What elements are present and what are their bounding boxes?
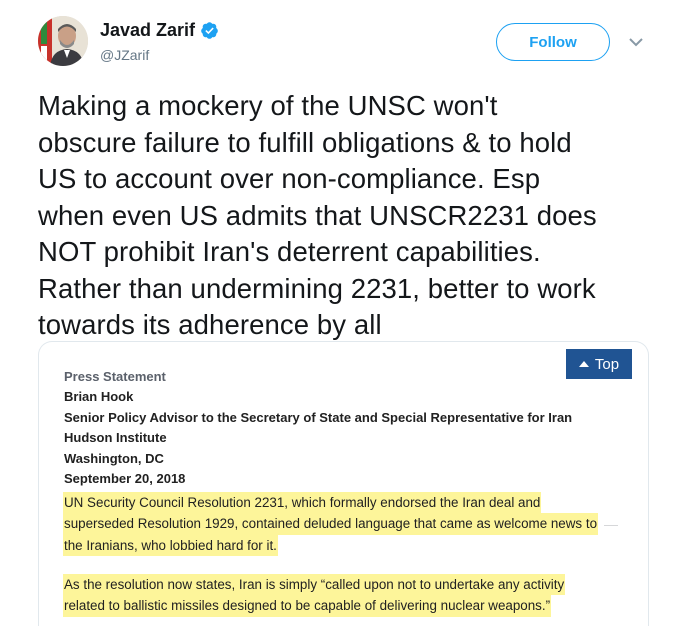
name-row: Javad Zarif — [100, 20, 219, 41]
tweet-line: Rather than undermining 2231, better to … — [38, 272, 596, 304]
speaker-name: Brian Hook — [64, 389, 134, 405]
tweet-header: Javad Zarif @JZarif Follow — [0, 0, 685, 80]
tweet-line: Making a mockery of the UNSC won't — [38, 90, 498, 121]
chevron-down-icon[interactable] — [628, 36, 644, 48]
tweet-line: when even US admits that UNSCR2231 does — [38, 199, 597, 231]
top-button: Top — [566, 349, 632, 379]
highlighted-paragraph-2: As the resolution now states, Iran is si… — [63, 574, 566, 617]
top-button-label: Top — [594, 355, 620, 373]
tweet-line: towards its adherence by all — [38, 309, 382, 340]
highlighted-line: related to ballistic missiles designed t… — [63, 595, 552, 617]
speaker-title: Senior Policy Advisor to the Secretary o… — [64, 409, 573, 425]
arrow-up-icon — [578, 361, 589, 367]
tweet-text: Making a mockery of the UNSC won't obscu… — [38, 88, 668, 344]
highlighted-line: UN Security Council Resolution 2231, whi… — [63, 492, 542, 514]
divider — [604, 525, 618, 526]
display-name[interactable]: Javad Zarif — [100, 20, 195, 41]
highlighted-line: the Iranians, who lobbied hard for it. — [63, 534, 278, 556]
tweet-line: obscure failure to fulfill obligations &… — [38, 126, 572, 158]
avatar[interactable] — [38, 16, 88, 66]
highlighted-paragraph-1: UN Security Council Resolution 2231, whi… — [63, 492, 599, 556]
highlighted-line: As the resolution now states, Iran is si… — [63, 574, 566, 596]
statement-date: September 20, 2018 — [64, 471, 186, 487]
location: Washington, DC — [64, 450, 164, 466]
press-statement-header: Press Statement Brian Hook Senior Policy… — [64, 367, 572, 489]
attached-image[interactable]: Top Press Statement Brian Hook Senior Po… — [38, 341, 649, 626]
user-handle[interactable]: @JZarif — [100, 47, 149, 63]
statement-type: Press Statement — [64, 369, 166, 384]
highlighted-line: superseded Resolution 1929, contained de… — [63, 513, 599, 535]
verified-badge-icon — [200, 21, 219, 40]
tweet-line: NOT prohibit Iran's deterrent capabiliti… — [38, 236, 541, 267]
follow-button[interactable]: Follow — [496, 23, 610, 61]
venue: Hudson Institute — [64, 430, 167, 446]
tweet-line: US to account over non-compliance. Esp — [38, 163, 541, 194]
